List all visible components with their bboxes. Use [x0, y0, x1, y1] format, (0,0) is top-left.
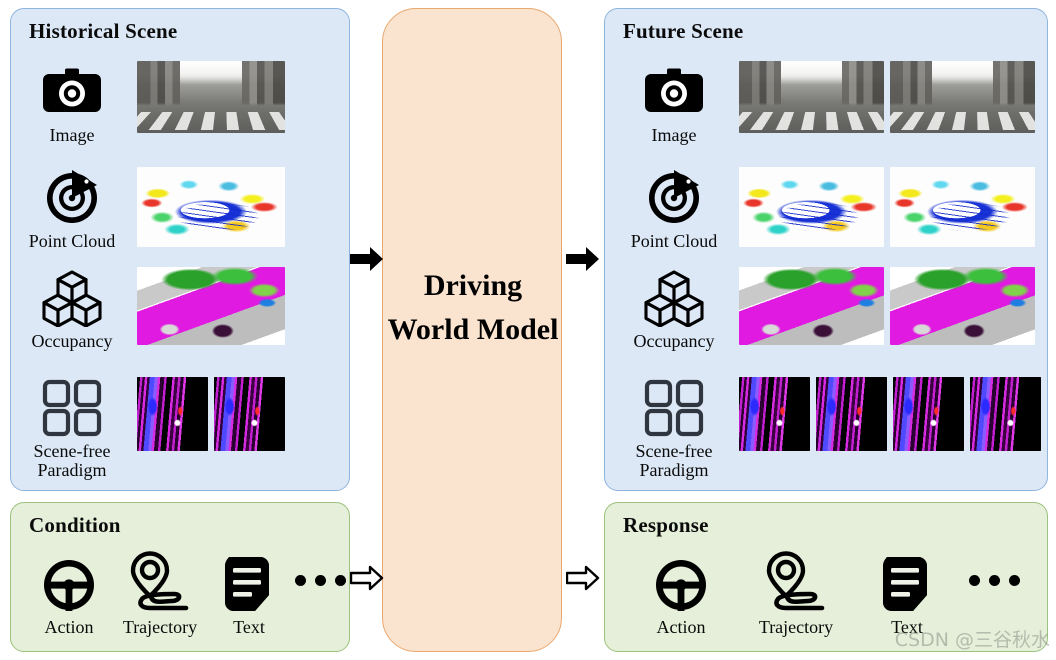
future-row-point-cloud: Point Cloud — [613, 167, 1035, 251]
arrow-scene-out — [566, 246, 600, 277]
dot-icon — [315, 574, 326, 586]
response-item-label: Action — [656, 617, 706, 637]
historical-scene-panel: Historical Scene Image Point Cloud Occup… — [10, 8, 350, 491]
condition-item-trajectory[interactable]: Trajectory — [111, 547, 209, 638]
future-row-image: Image — [613, 61, 1035, 145]
response-item-label: Text — [891, 617, 923, 637]
condition-title: Condition — [29, 513, 121, 537]
response-item-text[interactable]: Text — [855, 547, 959, 638]
condition-item-label: Action — [44, 617, 94, 637]
thumbnail-scene-free-frame — [816, 377, 887, 451]
thumbnail-scene-free-frame — [739, 377, 810, 451]
future-scene-title: Future Scene — [623, 19, 744, 43]
historical-image-thumbs — [137, 61, 285, 133]
thumbnail-image-frame — [739, 61, 884, 133]
steering-wheel-icon — [41, 547, 97, 613]
cubes-icon — [41, 267, 103, 329]
modality-scene-free: Scene-free Paradigm — [11, 377, 133, 481]
document-text-icon — [223, 547, 275, 613]
arrow-response-out — [565, 565, 600, 596]
map-pin-route-icon — [128, 547, 192, 613]
dot-icon — [295, 574, 306, 586]
condition-more-ellipsis — [295, 547, 346, 613]
document-text-icon — [881, 547, 933, 613]
historical-row-image: Image — [11, 61, 285, 145]
future-occupancy-thumbs — [739, 267, 1035, 345]
camera-icon — [42, 61, 102, 123]
modality-label: Image — [651, 125, 697, 145]
thumbnail-scene-free-frame — [137, 377, 208, 451]
historical-scene-free-thumbs — [137, 377, 285, 451]
steering-wheel-icon — [653, 547, 709, 613]
modality-label: Occupancy — [31, 331, 113, 351]
historical-row-point-cloud: Point Cloud — [11, 167, 285, 251]
dot-icon — [335, 574, 346, 586]
thumbnail-image-frame — [890, 61, 1035, 133]
driving-world-model-box[interactable]: Driving World Model — [382, 8, 562, 652]
arrow-scene-in — [350, 246, 384, 277]
modality-image: Image — [613, 61, 735, 145]
modality-label: Image — [49, 125, 95, 145]
modality-image: Image — [11, 61, 133, 145]
response-panel: Response Action Trajectory Text — [604, 502, 1048, 652]
thumbnail-occupancy-frame — [890, 267, 1035, 345]
condition-item-label: Trajectory — [122, 617, 198, 637]
response-item-trajectory[interactable]: Trajectory — [737, 547, 855, 638]
condition-item-label: Text — [233, 617, 265, 637]
thumbnail-occupancy-frame — [137, 267, 285, 345]
response-item-label: Trajectory — [758, 617, 834, 637]
modality-scene-free: Scene-free Paradigm — [613, 377, 735, 481]
modality-label: Point Cloud — [28, 231, 116, 251]
modality-occupancy: Occupancy — [613, 267, 735, 351]
historical-scene-title: Historical Scene — [29, 19, 178, 43]
historical-row-occupancy: Occupancy — [11, 267, 285, 351]
driving-world-model-label: Driving World Model — [387, 269, 559, 347]
historical-row-scene-free: Scene-free Paradigm — [11, 377, 285, 481]
future-scene-free-thumbs — [739, 377, 1041, 451]
thumbnail-scene-free-frame — [214, 377, 285, 451]
diagram-canvas: Historical Scene Image Point Cloud Occup… — [0, 0, 1056, 660]
grid-squares-icon — [643, 377, 705, 439]
camera-icon — [644, 61, 704, 123]
thumbnail-image-frame — [137, 61, 285, 133]
modality-point-cloud: Point Cloud — [613, 167, 735, 251]
response-item-action[interactable]: Action — [625, 547, 737, 638]
thumbnail-point-cloud-frame — [137, 167, 285, 247]
modality-occupancy: Occupancy — [11, 267, 133, 351]
response-items: Action Trajectory Text — [625, 547, 1020, 638]
radar-icon — [43, 167, 101, 229]
dot-icon — [969, 574, 980, 586]
thumbnail-point-cloud-frame — [739, 167, 884, 247]
radar-icon — [645, 167, 703, 229]
grid-squares-icon — [41, 377, 103, 439]
map-pin-route-icon — [764, 547, 828, 613]
arrow-condition-in — [349, 565, 384, 596]
modality-label: Scene-free Paradigm — [635, 441, 713, 481]
condition-items: Action Trajectory Text — [27, 547, 346, 638]
response-more-ellipsis — [969, 547, 1020, 613]
historical-point-cloud-thumbs — [137, 167, 285, 247]
response-title: Response — [623, 513, 709, 537]
future-row-occupancy: Occupancy — [613, 267, 1035, 351]
future-row-scene-free: Scene-free Paradigm — [613, 377, 1041, 481]
thumbnail-scene-free-frame — [970, 377, 1041, 451]
future-point-cloud-thumbs — [739, 167, 1035, 247]
future-image-thumbs — [739, 61, 1035, 133]
modality-point-cloud: Point Cloud — [11, 167, 133, 251]
future-scene-panel: Future Scene Image Point Cloud Occupancy… — [604, 8, 1048, 491]
condition-item-text[interactable]: Text — [209, 547, 289, 638]
historical-occupancy-thumbs — [137, 267, 285, 345]
dot-icon — [1009, 574, 1020, 586]
dot-icon — [989, 574, 1000, 586]
modality-label: Occupancy — [633, 331, 715, 351]
thumbnail-occupancy-frame — [739, 267, 884, 345]
modality-label: Scene-free Paradigm — [33, 441, 111, 481]
thumbnail-scene-free-frame — [893, 377, 964, 451]
modality-label: Point Cloud — [630, 231, 718, 251]
condition-panel: Condition Action Trajectory Text — [10, 502, 350, 652]
condition-item-action[interactable]: Action — [27, 547, 111, 638]
thumbnail-point-cloud-frame — [890, 167, 1035, 247]
cubes-icon — [643, 267, 705, 329]
